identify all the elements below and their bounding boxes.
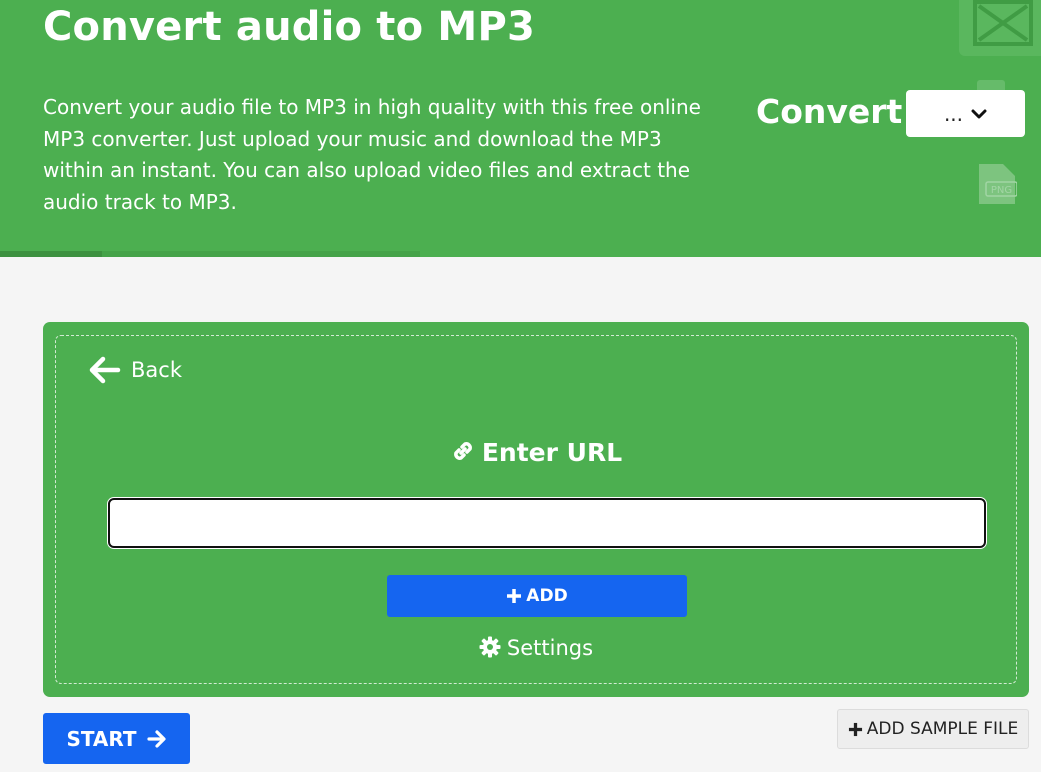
hero-stripe <box>102 251 420 257</box>
arrow-left-icon <box>89 356 121 384</box>
plus-icon <box>507 589 522 603</box>
hero-stripe <box>0 251 102 257</box>
url-input[interactable] <box>108 498 986 548</box>
cross-frame-icon <box>973 0 1033 46</box>
page-title: Convert audio to MP3 <box>43 4 535 50</box>
hero-description: Convert your audio file to MP3 in high q… <box>43 95 701 214</box>
convert-label: Convert <box>756 92 903 131</box>
add-sample-label: ADD SAMPLE FILE <box>866 719 1019 739</box>
svg-text:PNG: PNG <box>991 185 1012 196</box>
add-sample-file-button[interactable]: ADD SAMPLE FILE <box>837 709 1029 749</box>
add-url-button[interactable]: ADD <box>387 575 687 617</box>
gear-icon <box>479 636 501 663</box>
png-file-icon: PNG <box>977 162 1018 206</box>
convert-format-select[interactable]: ... <box>906 90 1025 137</box>
upload-panel: Back Enter URL ADD Settings <box>43 322 1029 697</box>
back-button[interactable]: Back <box>89 356 182 384</box>
plus-icon <box>848 722 862 736</box>
back-label: Back <box>131 358 182 382</box>
chevron-down-icon <box>971 109 987 118</box>
settings-button[interactable]: Settings <box>56 636 1016 663</box>
start-button[interactable]: START <box>43 713 190 764</box>
add-button-label: ADD <box>526 586 568 606</box>
settings-label: Settings <box>506 636 594 660</box>
enter-url-heading: Enter URL <box>56 438 1016 470</box>
start-label: START <box>66 726 137 751</box>
drop-zone: Back Enter URL ADD Settings <box>55 335 1017 684</box>
hero-stripe <box>420 251 738 257</box>
link-icon <box>450 438 476 470</box>
arrow-right-icon <box>146 729 166 748</box>
hero-banner: Convert audio to MP3 Convert your audio … <box>0 0 1041 257</box>
decorative-banner-icon <box>959 0 1041 56</box>
convert-select-value: ... <box>943 101 964 126</box>
enter-url-label: Enter URL <box>481 438 623 467</box>
